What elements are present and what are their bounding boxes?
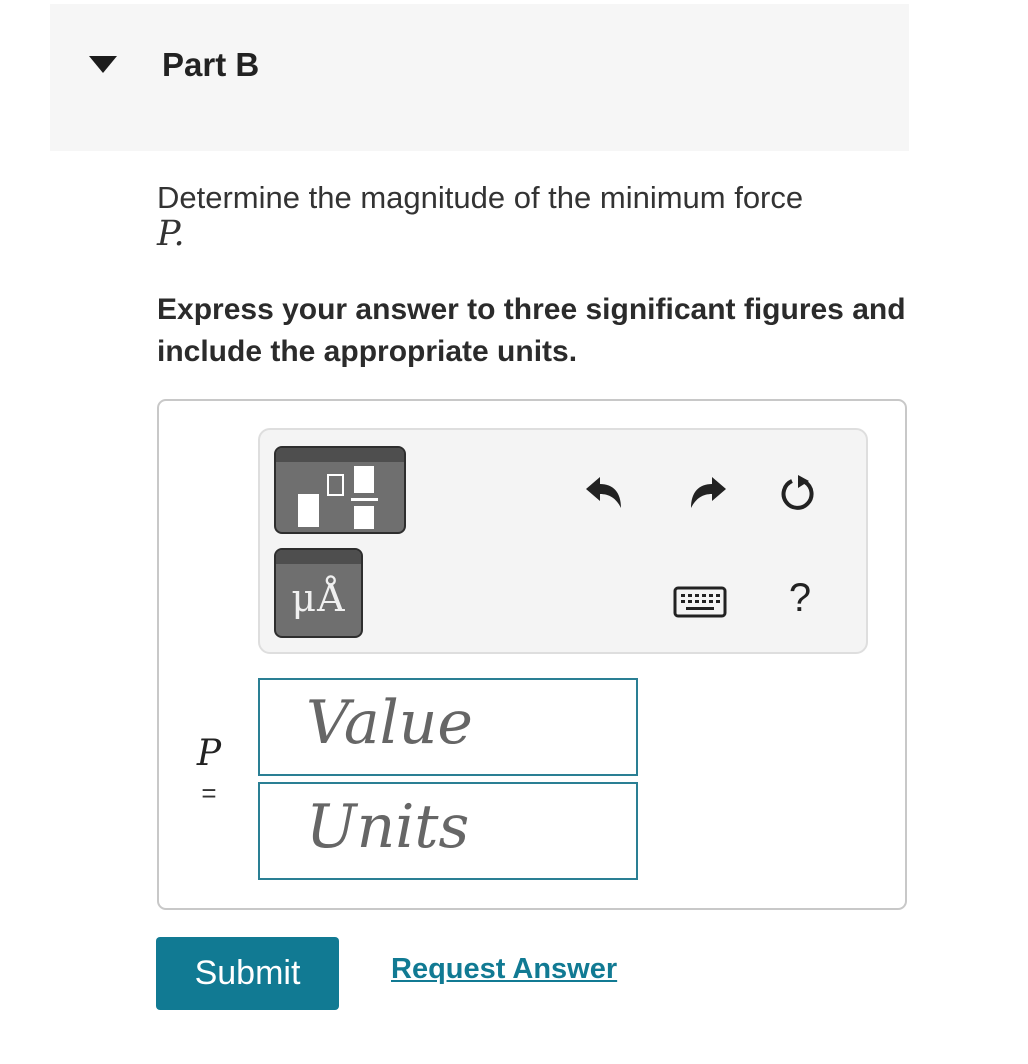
help-button[interactable]: ? [780,572,820,624]
answer-box: μÅ ? P = Value Units [157,399,907,910]
collapse-caret-icon[interactable] [89,56,117,73]
part-header[interactable]: Part B [50,4,909,151]
question-variable: P. [157,214,185,254]
templates-button[interactable] [274,446,406,534]
equals-sign: = [201,778,217,808]
value-placeholder: Value [306,688,473,758]
part-title: Part B [162,46,260,83]
value-input[interactable]: Value [258,678,638,776]
reset-button[interactable] [774,470,822,518]
reset-icon [781,475,814,510]
keyboard-button[interactable] [672,582,728,622]
undo-button[interactable] [580,470,628,518]
units-input[interactable]: Units [258,782,638,880]
question-prompt: Determine the magnitude of the minimum f… [157,180,804,215]
question-text: Determine the magnitude of the minimum f… [157,180,917,252]
answer-variable-label: P = [189,733,229,809]
redo-button[interactable] [684,470,732,518]
redo-icon [691,477,726,508]
undo-icon [586,477,621,508]
fraction-exponent-templates-icon [298,466,378,529]
keyboard-icon [673,586,727,618]
answer-instructions: Express your answer to three significant… [157,293,906,368]
units-button[interactable]: μÅ [274,548,363,638]
math-toolbar: μÅ ? [258,428,868,654]
units-symbol: μÅ [291,576,346,620]
request-answer-link[interactable]: Request Answer [391,953,617,986]
submit-button[interactable]: Submit [156,937,339,1010]
units-placeholder: Units [306,792,470,862]
answer-variable: P [196,733,222,774]
